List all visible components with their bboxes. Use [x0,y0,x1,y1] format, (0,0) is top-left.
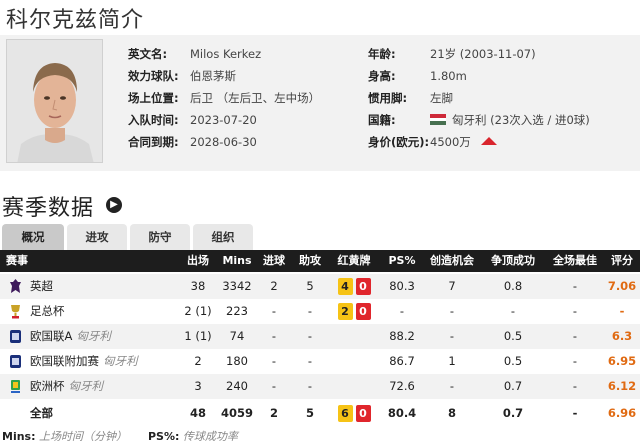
fa-cup-logo-icon [11,305,20,319]
euro-logo-icon [11,380,20,393]
player-profile-card: 英文名: Milos Kerkez 效力球队: 伯恩茅斯 场上位置: 后卫 （左… [0,35,640,171]
col-goals[interactable]: 进球 [256,250,292,272]
value-trend-up-icon [480,137,497,145]
table-row: 欧洲杯 匈牙利 3 240 - - 72.6 - 0.7 - 6.12 [0,374,640,399]
team-name: 匈牙利 [76,329,111,343]
yellow-card-badge: 4 [337,278,353,295]
col-motm[interactable]: 全场最佳 [546,250,604,272]
col-competition[interactable]: 赛事 [6,250,28,272]
competition-name[interactable]: 足总杯 [30,304,65,318]
table-total-row: 全部 48 4059 2 5 60 80.4 8 0.7 - 6.96 [0,401,640,426]
profile-row-height: 身高: 1.80m [368,69,467,83]
rating-value: 6.3 [611,329,633,343]
total-label: 全部 [30,406,53,420]
yellow-card-badge: 6 [337,405,353,422]
team-link[interactable]: 伯恩茅斯 [190,65,236,87]
profile-row-foot: 惯用脚: 左脚 [368,91,453,105]
profile-row-english-name: 英文名: Milos Kerkez [128,47,262,61]
profile-row-age: 年龄: 21岁 (2003-11-07) [368,47,536,61]
team-name: 匈牙利 [68,379,104,393]
col-rating[interactable]: 评分 [606,250,638,272]
rating-value: 7.06 [607,279,637,293]
nations-league-logo-icon [10,330,21,343]
tab-attack[interactable]: 进攻 [67,224,127,250]
competition-name[interactable]: 英超 [30,279,53,293]
red-card-badge: 0 [355,278,371,295]
hungary-flag-icon [430,114,446,125]
tab-defense[interactable]: 防守 [130,224,190,250]
page-title: 科尔克兹简介 [6,8,145,33]
red-card-badge: 0 [355,405,371,422]
profile-row-nationality: 国籍: 匈牙利 (23次入选 / 进0球) [368,113,590,127]
profile-row-contract-end: 合同到期: 2028-06-30 [128,135,257,149]
table-header: 赛事 出场 Mins 进球 助攻 红黄牌 PS% 创造机会 争顶成功 全场最佳 … [0,250,640,272]
col-aerial[interactable]: 争顶成功 [484,250,542,272]
section-title: 赛季数据 [2,196,95,221]
col-mins[interactable]: Mins [219,250,255,272]
competition-name[interactable]: 欧国联A [30,329,72,343]
rating-value: 6.12 [607,379,637,393]
team-name: 匈牙利 [103,354,138,368]
yellow-card-badge: 2 [337,303,353,320]
table-row: 足总杯 2 (1) 223 - - 20 - - - - - [0,299,640,324]
profile-row-team: 效力球队: 伯恩茅斯 [128,65,328,87]
rating-value: 6.95 [607,354,637,368]
nations-league-logo-icon [10,355,21,368]
rating-value: 6.96 [607,406,637,420]
red-card-badge: 0 [355,303,371,320]
nationality-link[interactable]: 匈牙利 (23次入选 / 进0球) [452,113,590,127]
competition-name[interactable]: 欧国联附加赛 [30,354,99,368]
rating-value: - [619,304,625,318]
col-chances[interactable]: 创造机会 [423,250,481,272]
col-assists[interactable]: 助攻 [292,250,328,272]
col-ps[interactable]: PS% [382,250,422,272]
arrow-right-circle-icon[interactable]: ▶ [106,197,122,213]
table-legend: Mins: 上场时间（分钟） PS%: 传球成功率 [2,430,238,443]
tab-overview[interactable]: 概况 [2,224,64,250]
tab-organize[interactable]: 组织 [193,224,253,250]
col-cards[interactable]: 红黄牌 [330,250,378,272]
profile-row-join-date: 入队时间: 2023-07-20 [128,113,257,127]
table-row: 欧国联附加赛 匈牙利 2 180 - - 86.7 1 0.5 - 6.95 [0,349,640,374]
profile-row-market-value: 身价(欧元): 4500万 [368,131,628,153]
competition-name[interactable]: 欧洲杯 [30,379,65,393]
profile-row-position: 场上位置: 后卫 （左后卫、左中场） [128,91,321,105]
table-row: 英超 38 3342 2 5 40 80.3 7 0.8 - 7.06 [0,274,640,299]
col-apps[interactable]: 出场 [180,250,216,272]
premier-league-logo-icon [10,279,21,293]
player-photo [6,39,103,163]
table-row: 欧国联A 匈牙利 1 (1) 74 - - 88.2 - 0.5 - 6.3 [0,324,640,349]
